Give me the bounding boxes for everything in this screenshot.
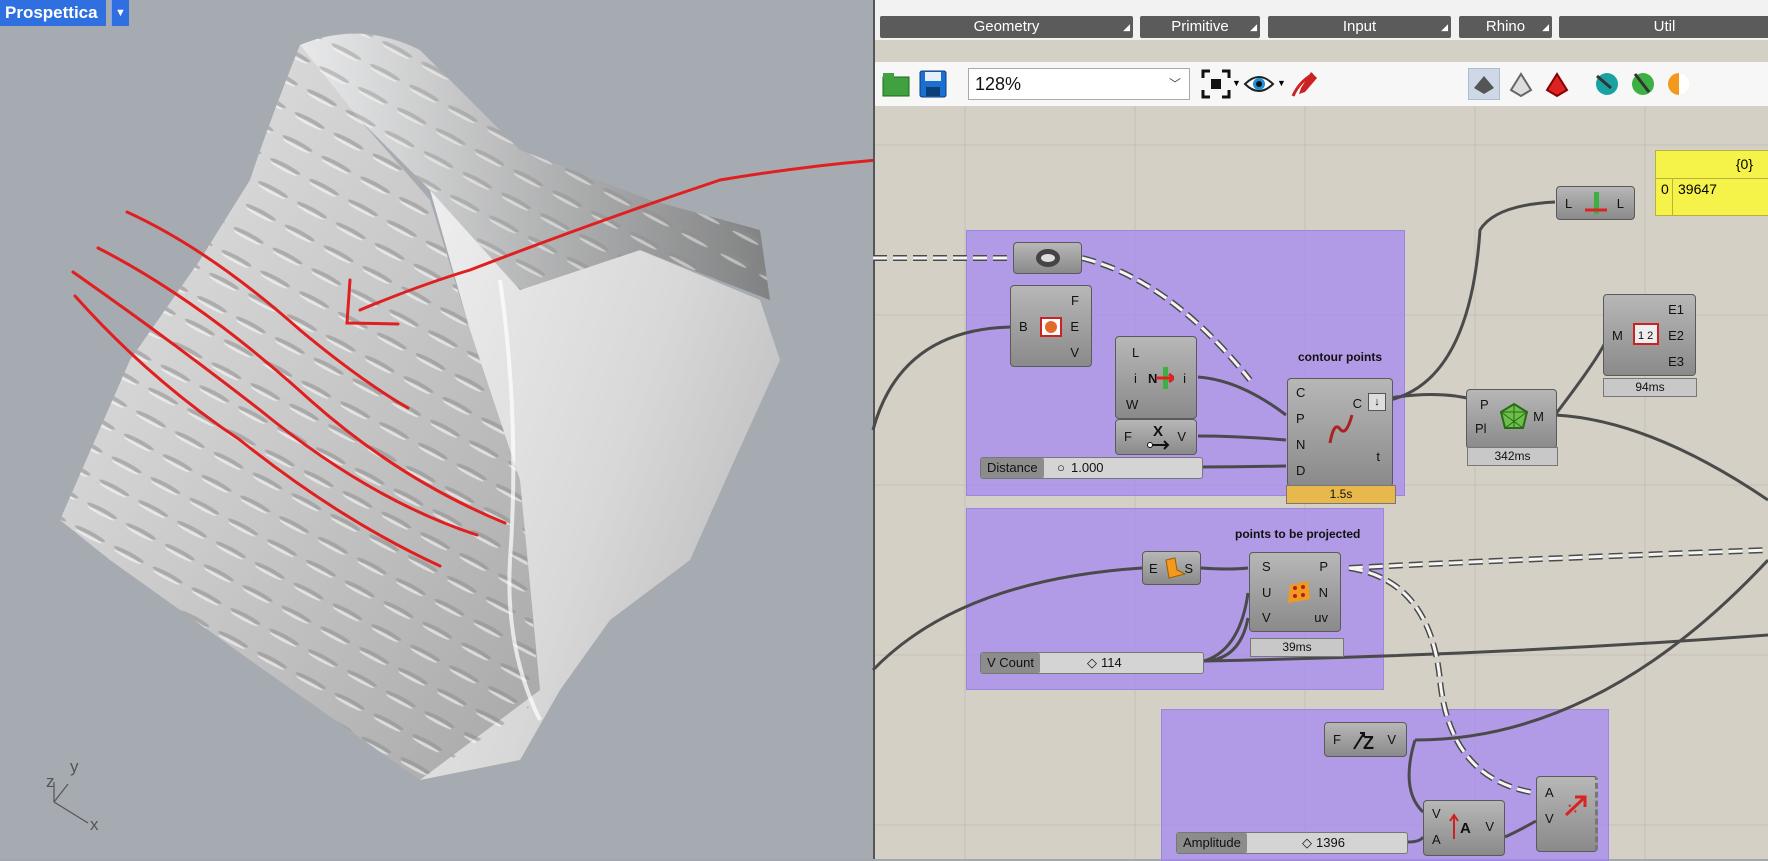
output-M: M [1533,409,1544,424]
contour-icon [1328,414,1354,444]
brep-param-component[interactable] [1013,242,1082,274]
output-V: V [1485,819,1494,834]
input-C: C [1296,385,1306,400]
output-L: L [1616,196,1624,211]
surface-points-timer: 39ms [1250,638,1344,657]
input-U: U [1262,585,1272,600]
flatten-icon[interactable]: ↓ [1368,393,1386,411]
unit-z-component[interactable]: F V Z [1324,722,1407,757]
slider-knob-icon[interactable]: ◇ [1087,653,1097,673]
slider-name: V Count [981,653,1040,673]
output-uv: uv [1314,610,1328,625]
panel-value: 39647 [1678,181,1717,197]
expression-component[interactable]: F V X [1115,419,1197,455]
slider-value: 114 [1101,655,1122,670]
svg-text:X: X [1153,423,1163,440]
output-E2: E2 [1668,328,1684,343]
output-N: N [1318,585,1328,600]
delaunay-mesh-icon [1499,402,1529,429]
input-W: W [1126,397,1139,412]
unit-x-icon: X [1147,423,1170,450]
output-i: i [1183,371,1186,386]
output-panel[interactable]: {0} 0 39647 [1655,150,1768,216]
output-F: F [1071,293,1079,308]
move-icon [1564,795,1587,817]
edge-surface-component[interactable]: E S [1142,551,1201,585]
input-B: B [1019,319,1028,334]
input-A: A [1545,785,1554,800]
input-i: i [1134,371,1137,386]
svg-text:A: A [1460,820,1471,837]
slider-value: 1396 [1316,835,1345,850]
edge-surface-icon [1165,557,1187,579]
output-E: E [1070,319,1079,334]
list-item-component[interactable]: L i W N i [1115,336,1197,419]
surface-points-component[interactable]: S U V P N uv [1249,552,1341,632]
output-t: t [1376,449,1380,464]
surface-points-icon [1288,581,1310,603]
panel-path: {0} [1735,156,1753,172]
output-V: V [1177,429,1186,444]
list-item-icon [1156,367,1174,389]
input-A: A [1432,832,1441,847]
input-Pl: Pl [1475,421,1487,436]
list-length-icon [1585,192,1607,214]
input-L: L [1565,196,1573,211]
input-M: M [1612,328,1623,343]
input-F: F [1333,732,1341,747]
input-N: N [1296,437,1306,452]
panel-index: 0 [1661,181,1669,197]
output-E3: E3 [1668,354,1684,369]
list-length-component[interactable]: L L [1556,186,1635,220]
input-L: L [1132,345,1140,360]
panel-divider [1672,179,1673,215]
input-V: V [1545,811,1554,826]
slider-knob-icon[interactable]: ○ [1057,458,1065,478]
amplitude-icon: A [1449,813,1471,839]
output-V: V [1070,345,1079,360]
input-D: D [1296,463,1306,478]
input-S: S [1262,559,1271,574]
amplitude-slider[interactable]: Amplitude ◇ 1396 [1176,832,1408,854]
slider-name: Distance [981,458,1044,478]
input-V: V [1432,806,1441,821]
amplitude-component[interactable]: V A V A [1423,800,1505,856]
contour-component[interactable]: C P N D C t ↓ [1287,378,1393,487]
brep-edges-component[interactable]: B F E V [1010,285,1092,367]
v-count-slider[interactable]: V Count ◇ 114 [980,652,1204,674]
contour-timer: 1.5s [1286,485,1396,504]
input-E: E [1149,561,1158,576]
output-V: V [1387,732,1396,747]
output-C: C [1352,396,1362,411]
slider-knob-icon[interactable]: ◇ [1302,833,1312,853]
distance-slider[interactable]: Distance ○ 1.000 [980,457,1203,479]
output-E1: E1 [1668,302,1684,317]
slider-name: Amplitude [1177,833,1247,853]
input-P: P [1480,397,1489,412]
move-component[interactable]: A V [1536,776,1598,852]
brep-icon [1036,249,1060,267]
svg-text:1 2: 1 2 [1638,330,1653,342]
mesh-edges-icon: 1 2 [1633,323,1659,345]
input-V: V [1262,610,1271,625]
delaunay-mesh-component[interactable]: P Pl M [1466,389,1557,449]
slider-value: 1.000 [1071,460,1104,475]
delaunay-timer: 342ms [1467,447,1558,466]
output-P: P [1319,559,1328,574]
mesh-edges-component[interactable]: M E1 E2 E3 1 2 [1603,294,1696,376]
input-P: P [1296,411,1305,426]
brep-edges-icon [1040,317,1062,337]
unit-z-icon: Z [1353,732,1374,753]
input-F: F [1124,429,1132,444]
mesh-edges-timer: 94ms [1603,378,1697,397]
